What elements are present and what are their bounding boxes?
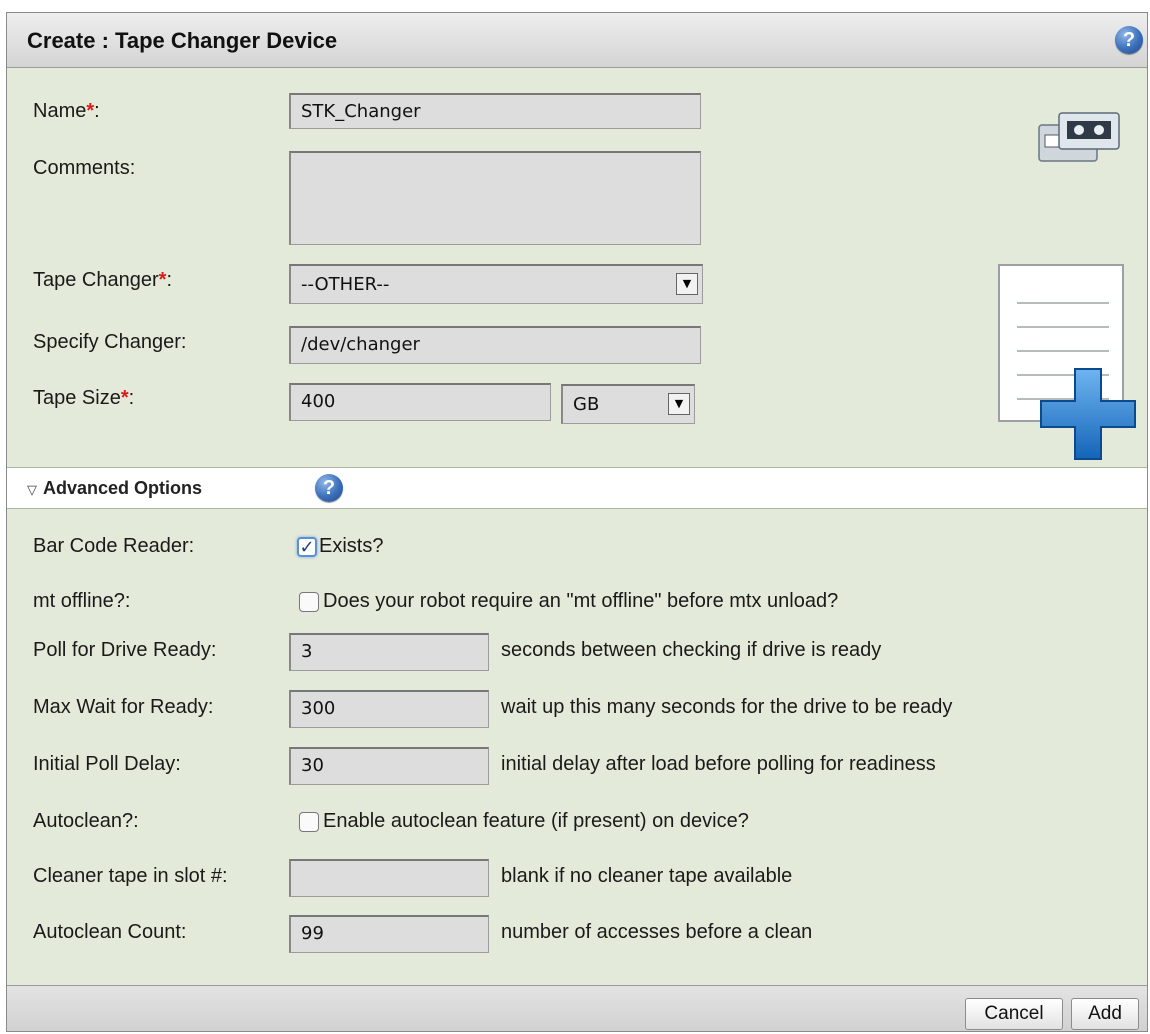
tape-size-unit-value: GB — [573, 394, 600, 415]
max-wait-ready-label: Max Wait for Ready: — [33, 696, 214, 718]
initial-poll-delay-label: Initial Poll Delay: — [33, 753, 181, 775]
help-icon[interactable]: ? — [315, 474, 343, 502]
comments-textarea[interactable] — [289, 151, 701, 245]
tape-changer-label-text: Tape Changer — [33, 269, 159, 291]
max-wait-ready-hint: wait up this many seconds for the drive … — [501, 696, 953, 718]
bar-code-reader-text: Exists? — [319, 535, 384, 557]
comments-label: Comments: — [33, 157, 136, 179]
autoclean-count-hint: number of accesses before a clean — [501, 921, 813, 943]
chevron-down-icon[interactable]: ▼ — [676, 273, 698, 295]
dialog-footer: Cancel Add — [7, 985, 1147, 1031]
tape-changer-selected-value: --OTHER-- — [301, 274, 390, 295]
tape-changer-select[interactable]: --OTHER-- ▼ — [289, 264, 703, 304]
tape-size-label-suffix: : — [128, 387, 135, 409]
advanced-options-toggle[interactable]: ▽ Advanced Options — [27, 478, 202, 499]
bar-code-reader-label: Bar Code Reader: — [33, 535, 195, 557]
advanced-options-bar[interactable]: ▽ Advanced Options ? — [7, 467, 1147, 509]
advanced-options-title: Advanced Options — [43, 478, 203, 498]
initial-poll-delay-hint: initial delay after load before polling … — [501, 753, 936, 775]
name-input[interactable]: STK_Changer — [289, 93, 701, 129]
specify-changer-label: Specify Changer: — [33, 331, 187, 353]
mt-offline-checkbox[interactable] — [299, 592, 319, 612]
autoclean-count-input[interactable]: 99 — [289, 915, 489, 953]
triangle-down-icon: ▽ — [27, 482, 37, 497]
poll-drive-ready-label: Poll for Drive Ready: — [33, 639, 217, 661]
dialog-titlebar: Create : Tape Changer Device ? — [7, 13, 1147, 68]
tape-size-label: Tape Size*: — [33, 387, 134, 410]
specify-changer-input[interactable]: /dev/changer — [289, 326, 701, 364]
tape-size-unit-select[interactable]: GB ▼ — [561, 384, 695, 424]
required-mark: * — [120, 387, 129, 409]
tape-size-input[interactable]: 400 — [289, 383, 551, 421]
tape-size-label-text: Tape Size — [33, 387, 121, 409]
chevron-down-icon[interactable]: ▼ — [668, 393, 690, 415]
add-button[interactable]: Add — [1071, 998, 1139, 1030]
initial-poll-delay-input[interactable]: 30 — [289, 747, 489, 785]
mt-offline-label: mt offline?: — [33, 590, 131, 612]
max-wait-ready-input[interactable]: 300 — [289, 690, 489, 728]
help-icon[interactable]: ? — [1115, 26, 1143, 54]
dialog-title: Create : Tape Changer Device — [27, 28, 338, 53]
required-mark: * — [86, 100, 95, 122]
mt-offline-text: Does your robot require an "mt offline" … — [323, 590, 839, 612]
poll-drive-ready-hint: seconds between checking if drive is rea… — [501, 639, 882, 661]
cancel-button[interactable]: Cancel — [965, 998, 1063, 1030]
autoclean-label: Autoclean?: — [33, 810, 139, 832]
cleaner-slot-hint: blank if no cleaner tape available — [501, 865, 793, 887]
autoclean-checkbox[interactable] — [299, 812, 319, 832]
cleaner-slot-input[interactable] — [289, 859, 489, 897]
new-document-plus-icon — [998, 264, 1136, 460]
tape-changer-label-suffix: : — [166, 269, 173, 291]
autoclean-text: Enable autoclean feature (if present) on… — [323, 810, 749, 832]
tape-cassette-icon — [1038, 112, 1120, 162]
name-label-suffix: : — [94, 100, 100, 122]
tape-changer-label: Tape Changer*: — [33, 269, 172, 292]
name-label: Name*: — [33, 100, 100, 123]
bar-code-reader-checkbox[interactable]: ✓ — [297, 537, 317, 557]
poll-drive-ready-input[interactable]: 3 — [289, 633, 489, 671]
name-label-text: Name — [33, 100, 87, 122]
autoclean-count-label: Autoclean Count: — [33, 921, 187, 943]
cleaner-slot-label: Cleaner tape in slot #: — [33, 865, 228, 887]
create-tape-changer-dialog: Create : Tape Changer Device ? Name*: ST… — [6, 12, 1148, 1032]
